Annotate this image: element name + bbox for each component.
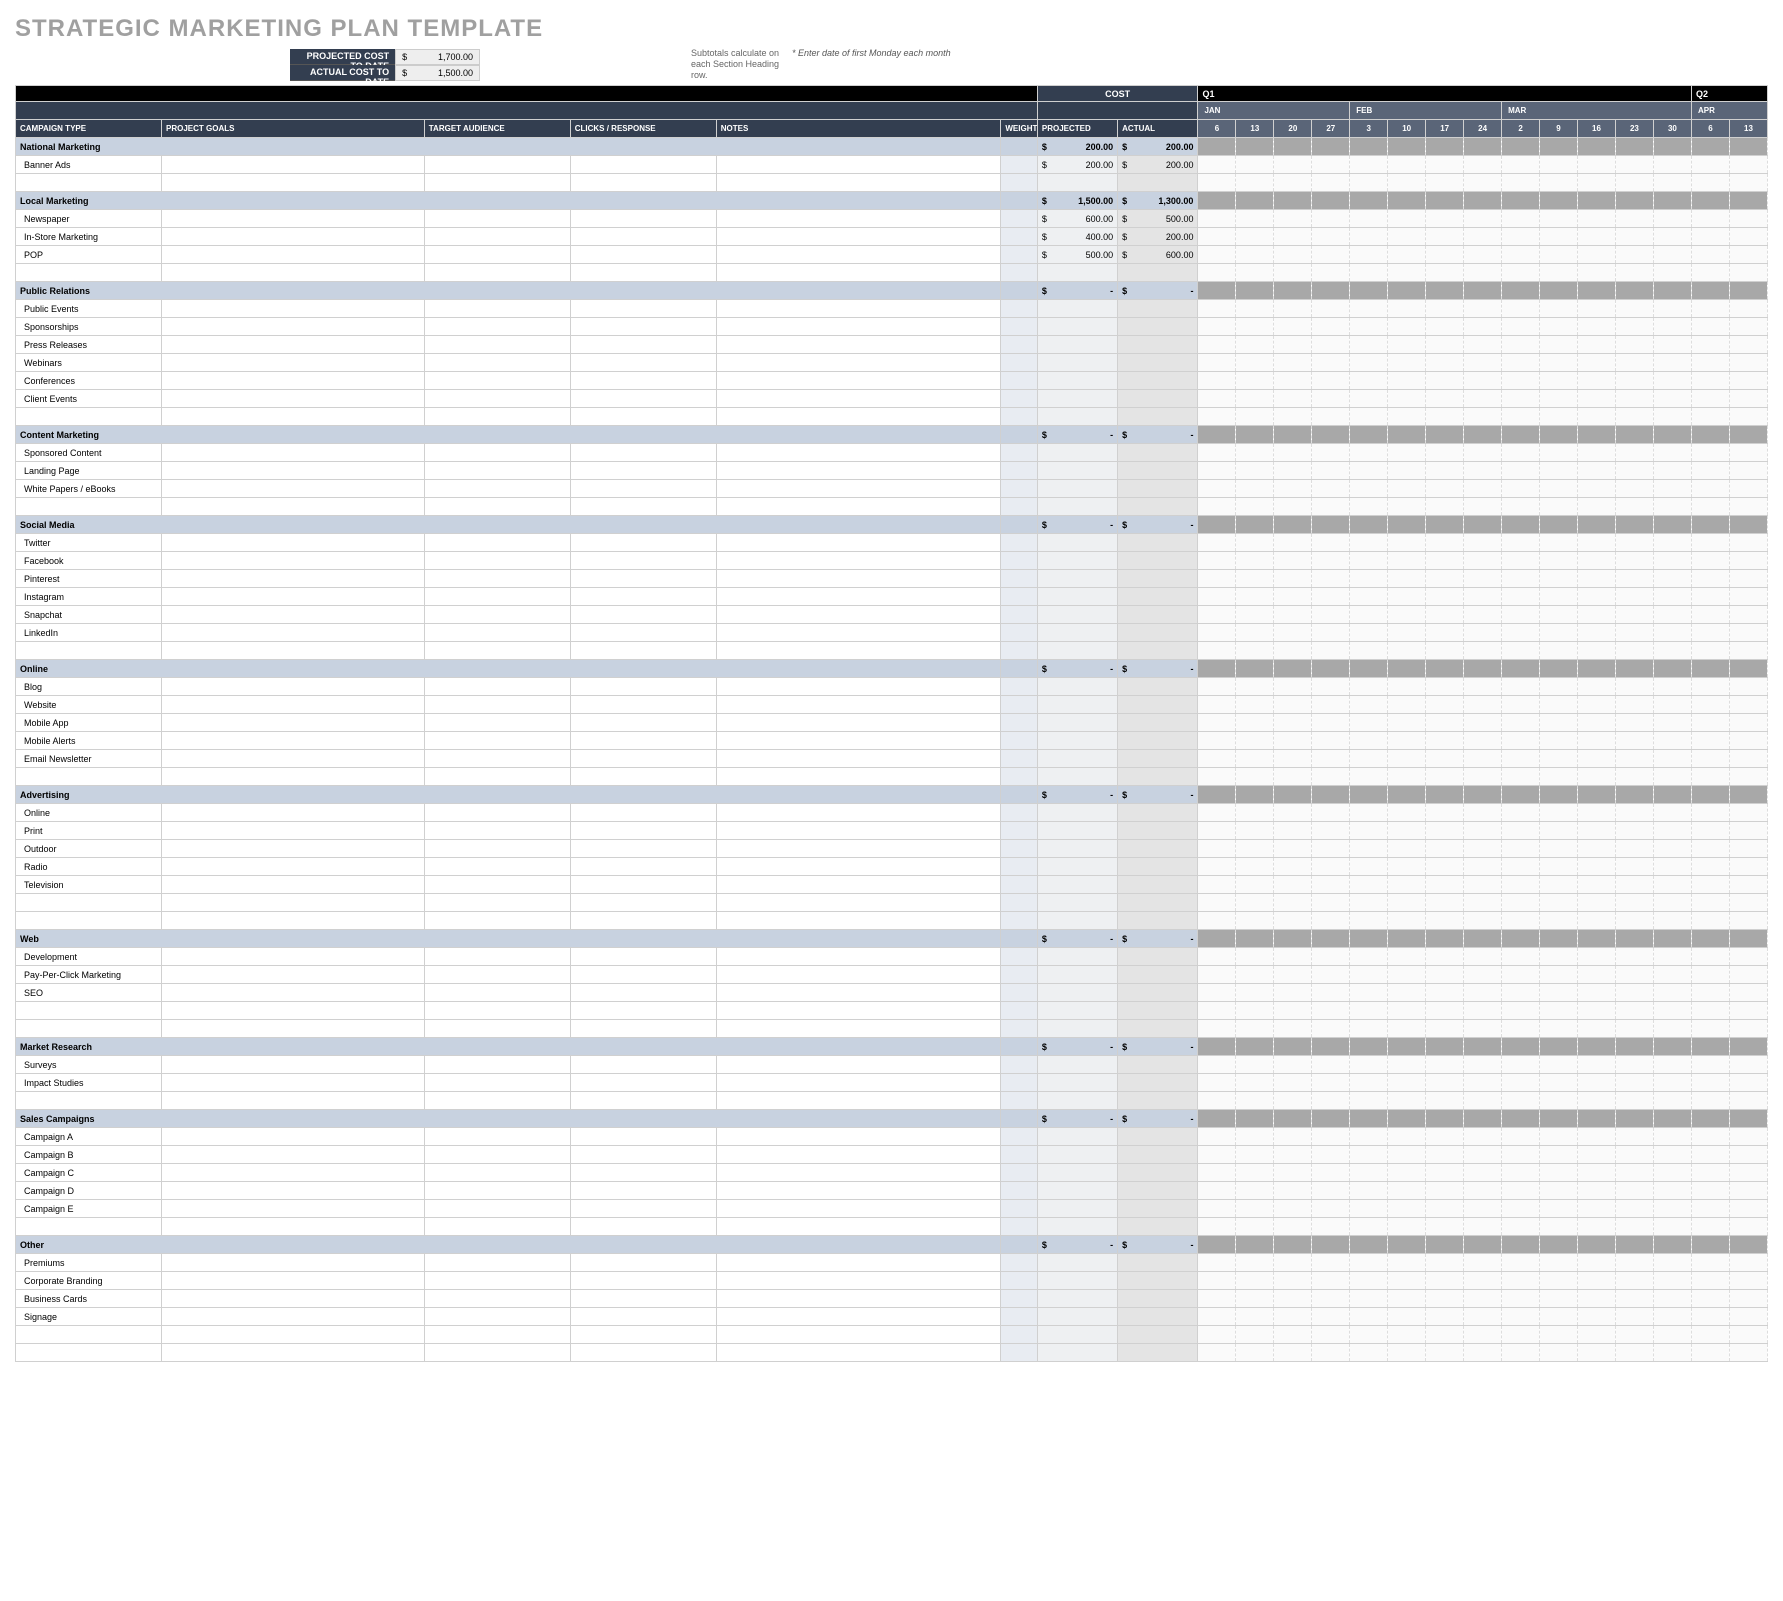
item-name[interactable]: Webinars — [16, 354, 162, 372]
item-name[interactable]: Press Releases — [16, 336, 162, 354]
item-name[interactable]: Premiums — [16, 1254, 162, 1272]
item-name[interactable]: Outdoor — [16, 840, 162, 858]
item-name[interactable]: Blog — [16, 678, 162, 696]
item-name[interactable]: Campaign C — [16, 1164, 162, 1182]
item-name[interactable]: White Papers / eBooks — [16, 480, 162, 498]
item-name[interactable]: Mobile Alerts — [16, 732, 162, 750]
item-name[interactable]: SEO — [16, 984, 162, 1002]
item-name[interactable]: Online — [16, 804, 162, 822]
item-name[interactable]: Instagram — [16, 588, 162, 606]
actual-cost-label: ACTUAL COST TO DATE — [290, 65, 395, 81]
item-name[interactable] — [16, 408, 162, 426]
page-title: STRATEGIC MARKETING PLAN TEMPLATE — [15, 15, 1768, 43]
section-header[interactable]: Online — [16, 660, 1001, 678]
section-header[interactable]: Web — [16, 930, 1001, 948]
item-name[interactable]: Conferences — [16, 372, 162, 390]
section-header[interactable]: Public Relations — [16, 282, 1001, 300]
item-name[interactable]: Campaign D — [16, 1182, 162, 1200]
item-name[interactable]: Landing Page — [16, 462, 162, 480]
section-header[interactable]: Sales Campaigns — [16, 1110, 1001, 1128]
item-name[interactable]: Newspaper — [16, 210, 162, 228]
section-header[interactable]: Social Media — [16, 516, 1001, 534]
item-name[interactable]: Public Events — [16, 300, 162, 318]
item-name[interactable]: Facebook — [16, 552, 162, 570]
projected-cost-value[interactable]: $1,700.00 — [395, 49, 480, 65]
section-header[interactable]: National Marketing — [16, 138, 1001, 156]
item-name[interactable]: Television — [16, 876, 162, 894]
actual-cost-value[interactable]: $1,500.00 — [395, 65, 480, 81]
item-name[interactable]: LinkedIn — [16, 624, 162, 642]
item-name[interactable]: Business Cards — [16, 1290, 162, 1308]
item-name[interactable]: Sponsorships — [16, 318, 162, 336]
section-header[interactable]: Advertising — [16, 786, 1001, 804]
item-name[interactable]: Pinterest — [16, 570, 162, 588]
item-name[interactable] — [16, 174, 162, 192]
item-name[interactable]: Corporate Branding — [16, 1272, 162, 1290]
item-name[interactable]: Surveys — [16, 1056, 162, 1074]
item-name[interactable]: Campaign E — [16, 1200, 162, 1218]
section-header[interactable]: Other — [16, 1236, 1001, 1254]
item-name[interactable] — [16, 1002, 162, 1020]
item-name[interactable]: POP — [16, 246, 162, 264]
section-header[interactable]: Content Marketing — [16, 426, 1001, 444]
item-name[interactable]: Website — [16, 696, 162, 714]
item-name[interactable]: Impact Studies — [16, 1074, 162, 1092]
item-name[interactable] — [16, 1020, 162, 1038]
item-name[interactable]: Signage — [16, 1308, 162, 1326]
item-name[interactable] — [16, 894, 162, 912]
marketing-table[interactable]: COSTQ1Q2JANFEBMARAPRCAMPAIGN TYPEPROJECT… — [15, 85, 1768, 1362]
item-name[interactable]: Sponsored Content — [16, 444, 162, 462]
item-name[interactable]: Mobile App — [16, 714, 162, 732]
item-name[interactable] — [16, 768, 162, 786]
item-name[interactable]: Print — [16, 822, 162, 840]
item-name[interactable] — [16, 642, 162, 660]
item-name[interactable]: In-Store Marketing — [16, 228, 162, 246]
item-name[interactable] — [16, 1092, 162, 1110]
monday-note: * Enter date of first Monday each month — [792, 48, 951, 58]
item-name[interactable]: Client Events — [16, 390, 162, 408]
subtotal-note: Subtotals calculate on each Section Head… — [691, 48, 791, 81]
cost-summary: PROJECTED COST TO DATE $1,700.00 ACTUAL … — [290, 49, 480, 81]
item-name[interactable] — [16, 1344, 162, 1362]
item-name[interactable]: Development — [16, 948, 162, 966]
item-name[interactable]: Campaign B — [16, 1146, 162, 1164]
item-name[interactable]: Twitter — [16, 534, 162, 552]
item-name[interactable] — [16, 264, 162, 282]
section-header[interactable]: Local Marketing — [16, 192, 1001, 210]
item-name[interactable]: Email Newsletter — [16, 750, 162, 768]
item-name[interactable] — [16, 912, 162, 930]
section-header[interactable]: Market Research — [16, 1038, 1001, 1056]
item-name[interactable]: Campaign A — [16, 1128, 162, 1146]
projected-cost-label: PROJECTED COST TO DATE — [290, 49, 395, 65]
item-name[interactable]: Banner Ads — [16, 156, 162, 174]
item-name[interactable] — [16, 1326, 162, 1344]
item-name[interactable]: Radio — [16, 858, 162, 876]
item-name[interactable]: Pay-Per-Click Marketing — [16, 966, 162, 984]
item-name[interactable]: Snapchat — [16, 606, 162, 624]
item-name[interactable] — [16, 1218, 162, 1236]
item-name[interactable] — [16, 498, 162, 516]
